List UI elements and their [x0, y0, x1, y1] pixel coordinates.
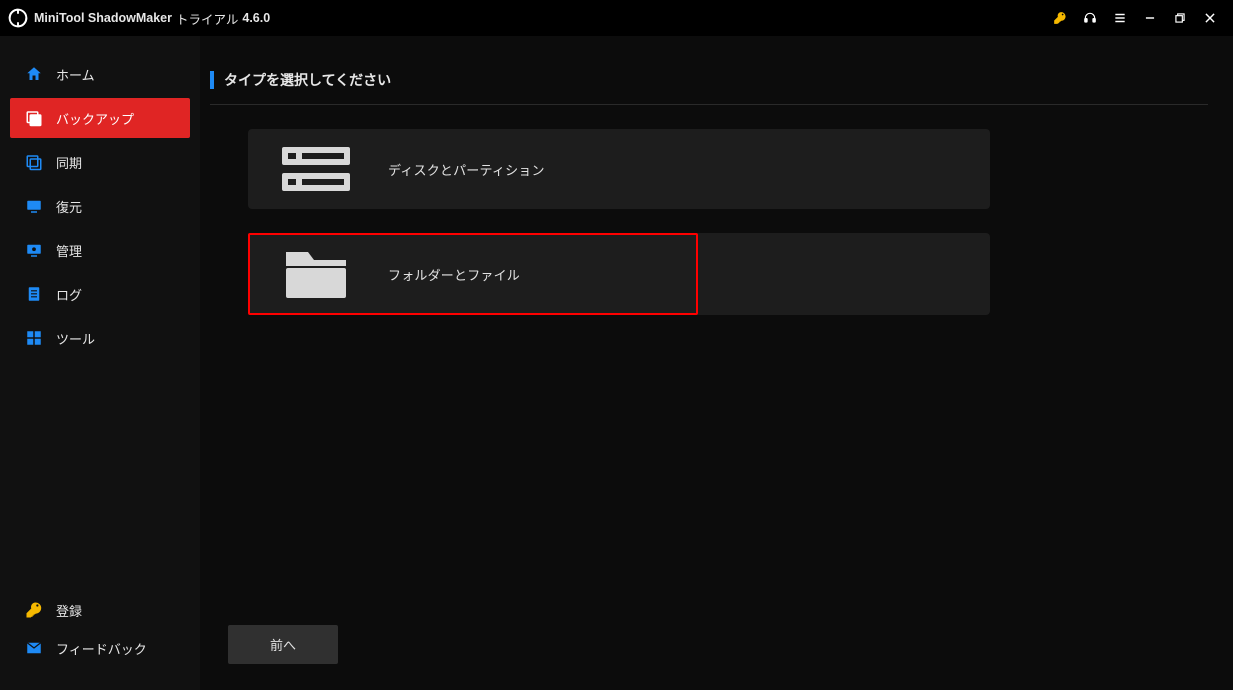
sidebar-item-log[interactable]: ログ: [10, 274, 190, 314]
sidebar-item-label: ログ: [56, 285, 82, 304]
sidebar-item-label: ツール: [56, 329, 95, 348]
tools-icon: [24, 328, 44, 348]
sidebar-item-label: バックアップ: [56, 109, 134, 128]
option-label: ディスクとパーティション: [388, 160, 545, 179]
maximize-icon[interactable]: [1165, 3, 1195, 33]
sidebar-item-tools[interactable]: ツール: [10, 318, 190, 358]
sidebar-item-register[interactable]: 登録: [10, 592, 190, 628]
home-icon: [24, 64, 44, 84]
app-edition: トライアル: [176, 9, 238, 28]
heading-accent-bar: [210, 71, 214, 89]
sidebar-item-sync[interactable]: 同期: [10, 142, 190, 182]
license-key-icon[interactable]: [1045, 3, 1075, 33]
mail-icon: [24, 638, 44, 658]
app-version: 4.6.0: [242, 11, 270, 25]
sidebar-item-label: フィードバック: [56, 639, 147, 658]
sidebar-item-restore[interactable]: 復元: [10, 186, 190, 226]
disk-partition-icon: [280, 139, 352, 199]
option-disk-partition[interactable]: ディスクとパーティション: [248, 129, 990, 209]
sidebar-item-backup[interactable]: バックアップ: [10, 98, 190, 138]
sidebar-item-label: 登録: [56, 601, 82, 620]
sidebar-item-manage[interactable]: 管理: [10, 230, 190, 270]
app-name: MiniTool ShadowMaker: [34, 11, 172, 25]
sidebar-item-feedback[interactable]: フィードバック: [10, 630, 190, 666]
restore-icon: [24, 196, 44, 216]
main-pane: タイプを選択してください ディスクとパーティション: [200, 36, 1233, 690]
sync-icon: [24, 152, 44, 172]
back-button[interactable]: 前へ: [228, 625, 338, 664]
app-logo-icon: [8, 8, 28, 28]
page-title: タイプを選択してください: [224, 70, 391, 90]
minimize-icon[interactable]: [1135, 3, 1165, 33]
sidebar-item-home[interactable]: ホーム: [10, 54, 190, 94]
titlebar: MiniTool ShadowMaker トライアル 4.6.0: [0, 0, 1233, 36]
page-heading: タイプを選択してください: [210, 70, 1208, 105]
sidebar-item-label: ホーム: [56, 65, 95, 84]
manage-icon: [24, 240, 44, 260]
key-icon: [24, 600, 44, 620]
sidebar-item-label: 管理: [56, 241, 82, 260]
sidebar-item-label: 復元: [56, 197, 82, 216]
sidebar: ホーム バックアップ 同期 復元: [0, 36, 200, 690]
log-icon: [24, 284, 44, 304]
option-folder-file-row[interactable]: フォルダーとファイル: [248, 233, 990, 315]
menu-icon[interactable]: [1105, 3, 1135, 33]
headset-icon[interactable]: [1075, 3, 1105, 33]
sidebar-item-label: 同期: [56, 153, 82, 172]
option-folder-file[interactable]: フォルダーとファイル: [248, 233, 698, 315]
backup-icon: [24, 108, 44, 128]
folder-icon: [280, 244, 352, 304]
option-label: フォルダーとファイル: [388, 265, 520, 284]
close-icon[interactable]: [1195, 3, 1225, 33]
